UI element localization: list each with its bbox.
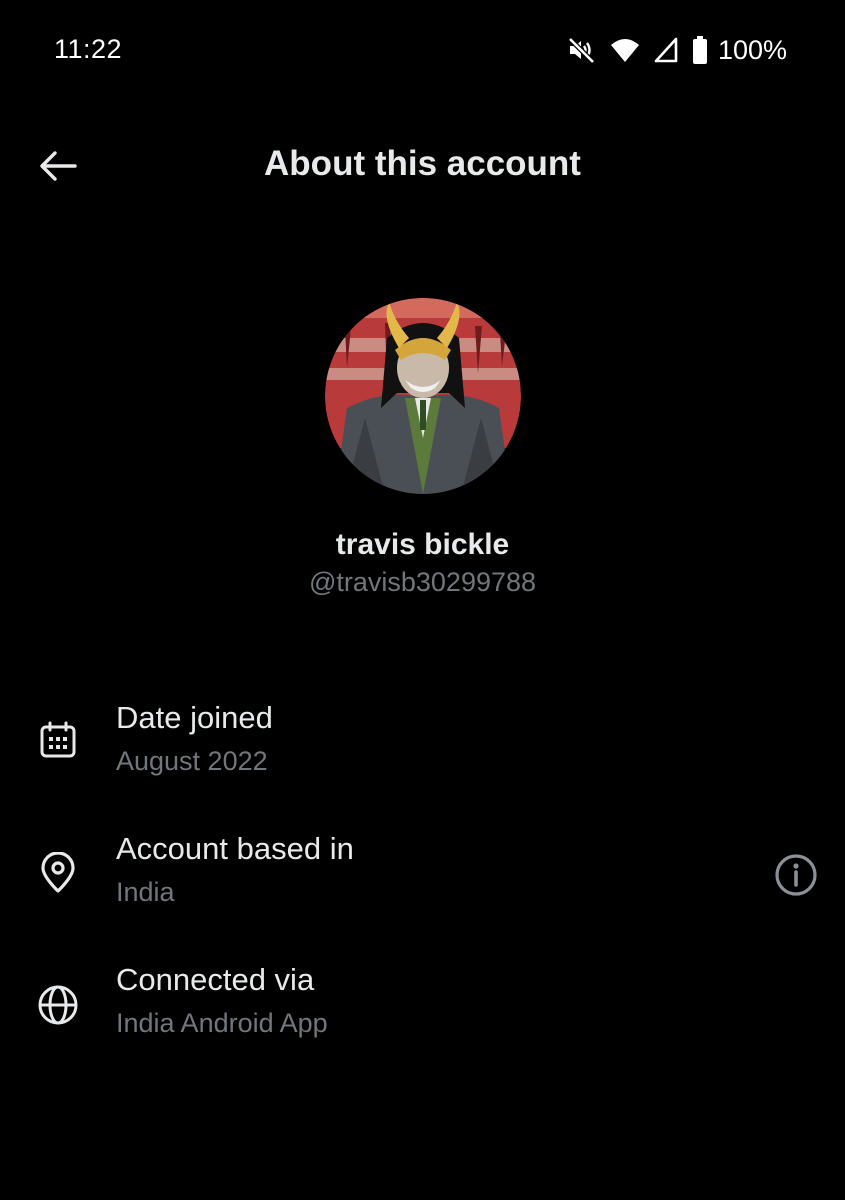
account-based-in-label: Account based in xyxy=(116,831,354,866)
globe-icon xyxy=(36,983,80,1027)
user-handle: @travisb30299788 xyxy=(308,567,537,597)
date-joined-row: Date joined August 2022 xyxy=(0,700,845,800)
status-bar: 11:22 100% xyxy=(0,0,845,100)
info-circle-icon xyxy=(775,854,817,896)
calendar-icon xyxy=(36,718,80,762)
location-pin-icon xyxy=(36,851,80,895)
connected-via-value: India Android App xyxy=(116,1008,328,1038)
connected-via-label: Connected via xyxy=(116,962,315,997)
connected-via-row: Connected via India Android App xyxy=(0,962,845,1062)
status-time: 11:22 xyxy=(54,34,123,64)
account-based-in-row: Account based in India xyxy=(0,831,845,931)
date-joined-value: August 2022 xyxy=(116,746,268,776)
display-name: travis bickle xyxy=(335,528,510,561)
battery-icon xyxy=(692,36,708,64)
date-joined-label: Date joined xyxy=(116,700,273,735)
page-title: About this account xyxy=(264,144,581,183)
account-based-in-value: India xyxy=(116,877,175,907)
battery-percent: 100% xyxy=(717,34,787,65)
info-button[interactable] xyxy=(772,851,820,899)
signal-icon xyxy=(654,37,678,63)
wifi-icon xyxy=(610,37,640,63)
status-icons: 100% xyxy=(566,34,787,66)
top-app-bar: About this account xyxy=(0,130,845,202)
avatar[interactable] xyxy=(325,298,521,494)
mute-vibrate-icon xyxy=(566,35,596,65)
